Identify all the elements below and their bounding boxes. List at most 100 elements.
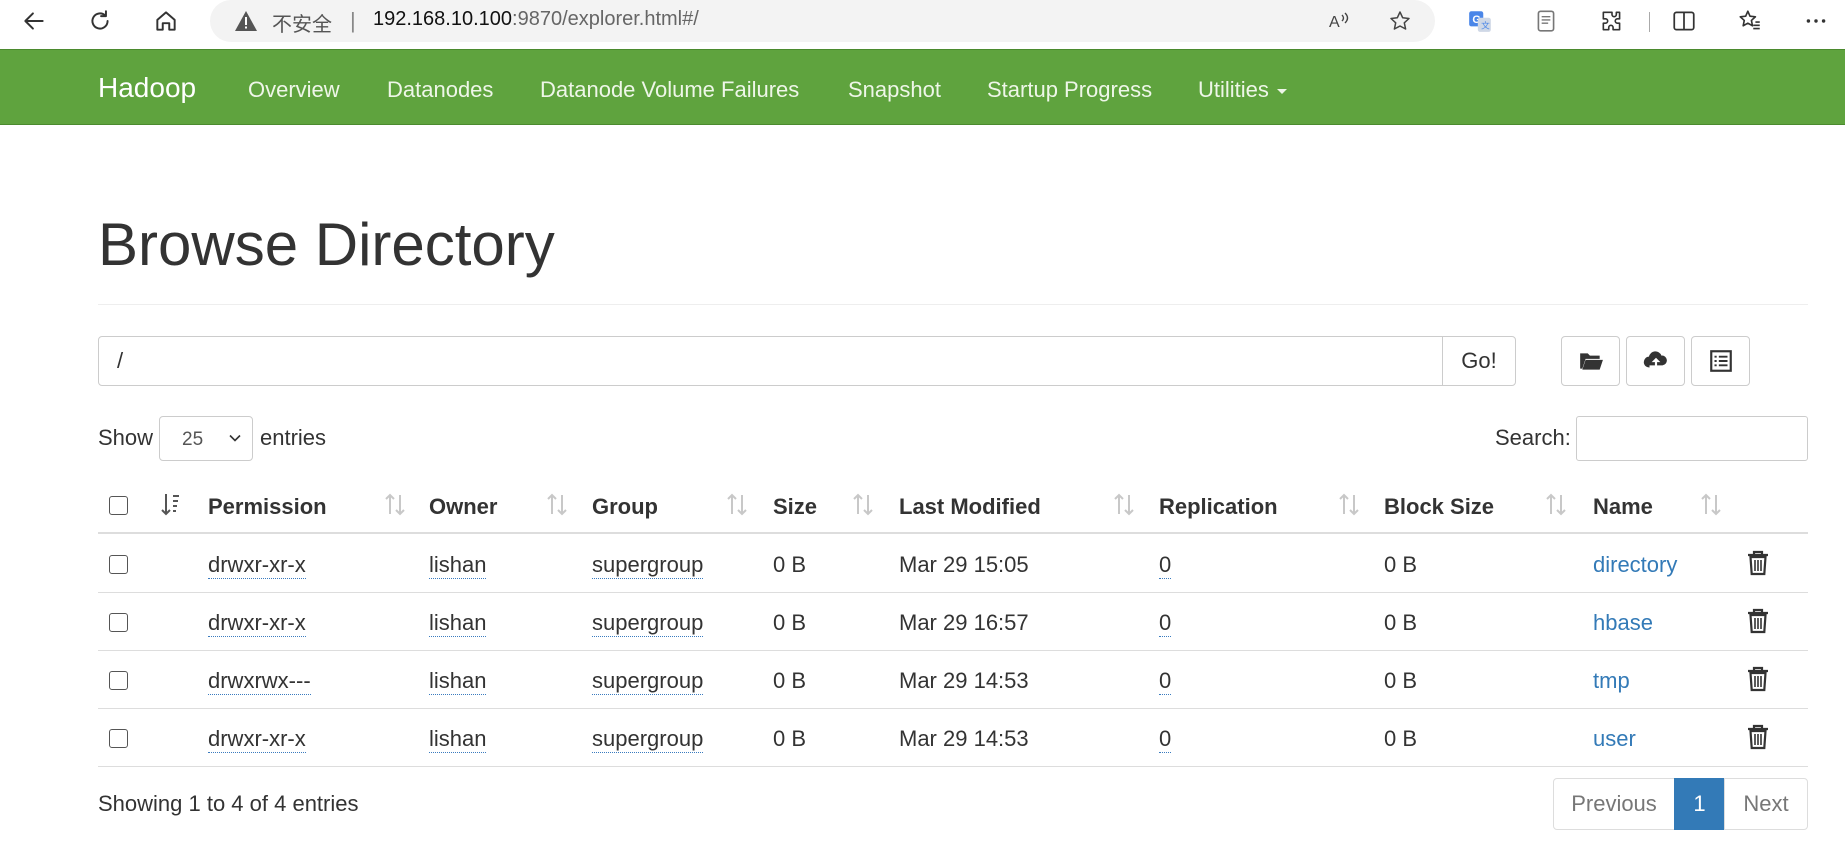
sort-icon[interactable] bbox=[1113, 492, 1135, 518]
name-link[interactable]: user bbox=[1593, 726, 1636, 752]
select-all-checkbox[interactable] bbox=[109, 496, 128, 515]
modified-cell: Mar 29 14:53 bbox=[899, 668, 1029, 693]
trash-icon[interactable] bbox=[1746, 549, 1770, 577]
replication-cell[interactable]: 0 bbox=[1159, 552, 1172, 579]
upload-files-button[interactable] bbox=[1626, 336, 1685, 386]
group-cell[interactable]: supergroup bbox=[592, 552, 704, 579]
size-cell: 0 B bbox=[773, 668, 807, 693]
read-aloud-icon[interactable]: A bbox=[1324, 6, 1354, 36]
block-size-cell: 0 B bbox=[1384, 610, 1418, 635]
sort-icon[interactable] bbox=[160, 492, 182, 518]
nav-snapshot[interactable]: Snapshot bbox=[848, 77, 941, 103]
sort-icon[interactable] bbox=[546, 492, 568, 518]
svg-text:文: 文 bbox=[1481, 20, 1490, 31]
create-directory-button[interactable] bbox=[1561, 336, 1620, 386]
chevron-down-icon bbox=[229, 434, 241, 442]
split-screen-icon[interactable] bbox=[1666, 3, 1702, 39]
name-link[interactable]: directory bbox=[1593, 552, 1677, 578]
nav-utilities[interactable]: Utilities bbox=[1198, 77, 1287, 103]
nav-datanodes[interactable]: Datanodes bbox=[387, 77, 493, 103]
nav-overview[interactable]: Overview bbox=[248, 77, 340, 103]
page-1-button[interactable]: 1 bbox=[1674, 778, 1725, 830]
column-name[interactable]: Name bbox=[1593, 494, 1653, 520]
modified-cell: Mar 29 16:57 bbox=[899, 610, 1029, 635]
brand-link[interactable]: Hadoop bbox=[98, 72, 196, 104]
extensions-icon[interactable] bbox=[1594, 3, 1630, 39]
modified-cell: Mar 29 14:53 bbox=[899, 726, 1029, 751]
back-icon[interactable] bbox=[16, 3, 52, 39]
nav-datanode-volume-failures[interactable]: Datanode Volume Failures bbox=[540, 77, 799, 103]
replication-cell[interactable]: 0 bbox=[1159, 610, 1172, 637]
security-label: 不安全 bbox=[272, 12, 332, 36]
owner-cell[interactable]: lishan bbox=[429, 610, 487, 637]
owner-cell[interactable]: lishan bbox=[429, 726, 487, 753]
column-size[interactable]: Size bbox=[773, 494, 817, 520]
browser-toolbar: 不安全 | 192.168.10.100:9870/explorer.html#… bbox=[0, 0, 1845, 42]
row-checkbox[interactable] bbox=[109, 671, 128, 690]
column-replication[interactable]: Replication bbox=[1159, 494, 1278, 520]
favorite-star-icon[interactable] bbox=[1385, 6, 1415, 36]
translate-icon[interactable]: G文 bbox=[1462, 3, 1498, 39]
previous-page-button[interactable]: Previous bbox=[1553, 778, 1675, 830]
owner-cell[interactable]: lishan bbox=[429, 668, 487, 695]
nav-startup-progress[interactable]: Startup Progress bbox=[987, 77, 1152, 103]
sort-icon[interactable] bbox=[384, 492, 406, 518]
page-title: Browse Directory bbox=[98, 211, 555, 278]
home-icon[interactable] bbox=[148, 3, 184, 39]
column-last-modified[interactable]: Last Modified bbox=[899, 494, 1041, 520]
row-checkbox[interactable] bbox=[109, 555, 128, 574]
column-owner[interactable]: Owner bbox=[429, 494, 497, 520]
show-label: Show bbox=[98, 425, 154, 450]
group-cell[interactable]: supergroup bbox=[592, 668, 704, 695]
block-size-cell: 0 B bbox=[1384, 668, 1418, 693]
modified-cell: Mar 29 15:05 bbox=[899, 552, 1029, 577]
row-checkbox[interactable] bbox=[109, 729, 128, 748]
table-row: drwxrwx--- lishan supergroup 0 B Mar 29 … bbox=[98, 652, 1808, 709]
trash-icon[interactable] bbox=[1746, 723, 1770, 751]
sort-icon[interactable] bbox=[726, 492, 748, 518]
group-cell[interactable]: supergroup bbox=[592, 726, 704, 753]
name-link[interactable]: tmp bbox=[1593, 668, 1630, 694]
block-size-cell: 0 B bbox=[1384, 726, 1418, 751]
next-page-button[interactable]: Next bbox=[1724, 778, 1808, 830]
permission-cell[interactable]: drwxr-xr-x bbox=[208, 726, 306, 753]
directory-path-input[interactable]: / bbox=[98, 336, 1443, 386]
name-link[interactable]: hbase bbox=[1593, 610, 1653, 636]
cloud-upload-icon bbox=[1643, 351, 1667, 369]
permission-cell[interactable]: drwxr-xr-x bbox=[208, 610, 306, 637]
replication-cell[interactable]: 0 bbox=[1159, 726, 1172, 753]
replication-cell[interactable]: 0 bbox=[1159, 668, 1172, 695]
entries-per-page-select[interactable]: 25 bbox=[159, 416, 253, 461]
sort-icon[interactable] bbox=[852, 492, 874, 518]
sort-icon[interactable] bbox=[1545, 492, 1567, 518]
refresh-icon[interactable] bbox=[82, 3, 118, 39]
url-text[interactable]: 192.168.10.100:9870/explorer.html#/ bbox=[373, 8, 699, 31]
size-cell: 0 B bbox=[773, 610, 807, 635]
group-cell[interactable]: supergroup bbox=[592, 610, 704, 637]
row-checkbox[interactable] bbox=[109, 613, 128, 632]
reading-view-icon[interactable] bbox=[1528, 3, 1564, 39]
cut-paste-button[interactable] bbox=[1691, 336, 1750, 386]
trash-icon[interactable] bbox=[1746, 607, 1770, 635]
go-button[interactable]: Go! bbox=[1442, 336, 1516, 386]
address-bar[interactable]: 不安全 | 192.168.10.100:9870/explorer.html#… bbox=[210, 0, 1435, 42]
table-header: Permission Owner Group Size Last Modifie… bbox=[98, 476, 1808, 534]
permission-cell[interactable]: drwxrwx--- bbox=[208, 668, 311, 695]
column-permission[interactable]: Permission bbox=[208, 494, 327, 520]
owner-cell[interactable]: lishan bbox=[429, 552, 487, 579]
sort-icon[interactable] bbox=[1338, 492, 1360, 518]
trash-icon[interactable] bbox=[1746, 665, 1770, 693]
column-group[interactable]: Group bbox=[592, 494, 658, 520]
more-icon[interactable] bbox=[1798, 3, 1834, 39]
search-input[interactable] bbox=[1576, 416, 1808, 461]
folder-open-icon bbox=[1579, 353, 1603, 370]
size-cell: 0 B bbox=[773, 726, 807, 751]
favorites-icon[interactable] bbox=[1732, 3, 1768, 39]
table-row: drwxr-xr-x lishan supergroup 0 B Mar 29 … bbox=[98, 594, 1808, 651]
size-cell: 0 B bbox=[773, 552, 807, 577]
permission-cell[interactable]: drwxr-xr-x bbox=[208, 552, 306, 579]
table-row: drwxr-xr-x lishan supergroup 0 B Mar 29 … bbox=[98, 710, 1808, 767]
sort-icon[interactable] bbox=[1700, 492, 1722, 518]
column-block-size[interactable]: Block Size bbox=[1384, 494, 1494, 520]
block-size-cell: 0 B bbox=[1384, 552, 1418, 577]
